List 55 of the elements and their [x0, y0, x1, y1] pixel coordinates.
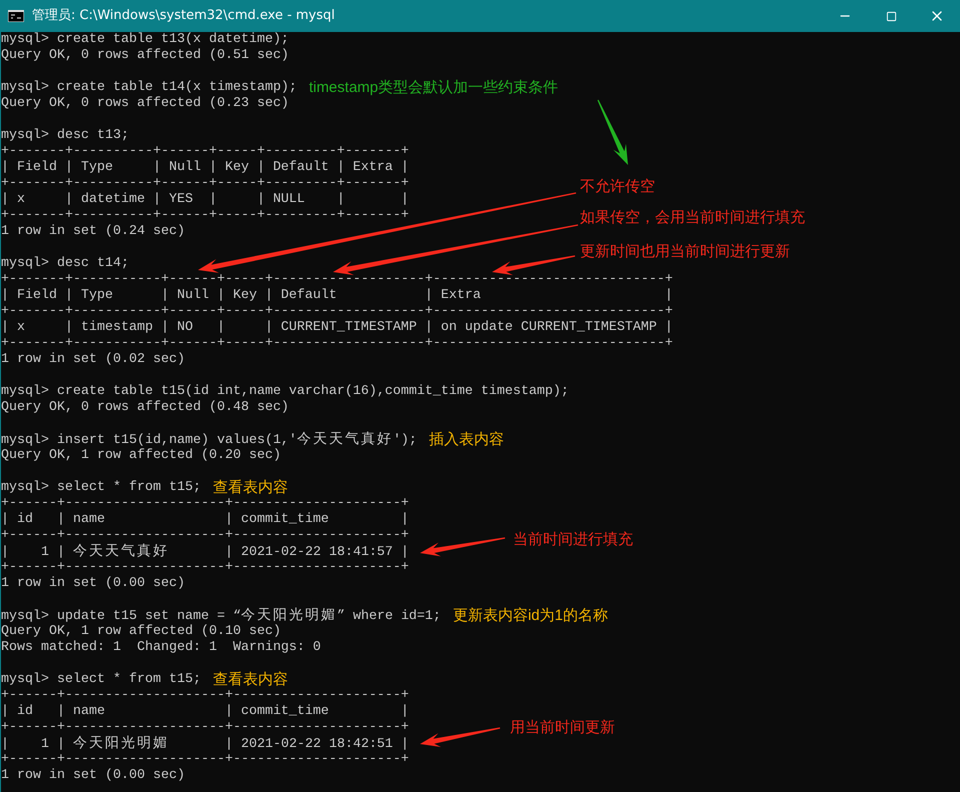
console-line: Query OK, 0 rows affected (0.51 sec) [1, 48, 289, 64]
annotation-text: 查看表内容 [212, 672, 288, 688]
annotation-text: 用当前时间更新 [510, 719, 615, 737]
console-line: +------+--------------------+---------------------+ [1, 688, 409, 704]
console-line: | id | name | commit_time | [1, 704, 409, 720]
console-line: 1 row in set (0.02 sec) [1, 352, 185, 368]
console-line: Query OK, 1 row affected (0.20 sec) [1, 448, 281, 464]
console-line: mysql> select * from t15; [1, 672, 201, 688]
console-line: mysql> create table t14(x timestamp); [1, 80, 297, 96]
arrow-icon [597, 100, 628, 165]
console-line: mysql> desc t14; [1, 256, 129, 272]
annotation-text: 更新时间也用当前时间进行更新 [580, 243, 790, 261]
annotation-text: 当前时间进行填充 [513, 531, 633, 549]
console-line: Query OK, 0 rows affected (0.48 sec) [1, 400, 289, 416]
console-line: mysql> select * from t15; [1, 480, 201, 496]
console-line: Rows matched: 1 Changed: 1 Warnings: 0 [1, 640, 321, 656]
console-line: 1 row in set (0.24 sec) [1, 224, 185, 240]
console-line: +-------+----------+------+-----+---------+-------+ [1, 144, 409, 160]
window-title: 管理员: C:\Windows\system32\cmd.exe - mysql [32, 7, 335, 26]
console-line: +------+--------------------+---------------------+ [1, 528, 409, 544]
console-icon [8, 10, 24, 22]
console-line: +-------+-----------+------+-----+-------------------+-----------------------------+ [1, 304, 673, 320]
console-line: 1 row in set (0.00 sec) [1, 576, 185, 592]
console-line: 1 row in set (0.00 sec) [1, 768, 185, 784]
console-line: +-------+-----------+------+-----+-------------------+-----------------------------+ [1, 272, 673, 288]
annotation-text: 不允许传空 [580, 178, 655, 196]
console-line: +-------+-----------+------+-----+-------------------+-----------------------------+ [1, 336, 673, 352]
console-line: Query OK, 1 row affected (0.10 sec) [1, 624, 281, 640]
annotation-text: timestamp类型会默认加一些约束条件 [308, 80, 558, 96]
console-line: | x | timestamp | NO | | CURRENT_TIMESTAMP | on update CURRENT_TIMESTAMP | [1, 320, 673, 336]
console-line: +------+--------------------+---------------------+ [1, 496, 409, 512]
console-line: +-------+----------+------+-----+---------+-------+ [1, 176, 409, 192]
console-line: mysql> desc t13; [1, 128, 129, 144]
console-line: | Field | Type | Null | Key | Default | Extra | [1, 288, 673, 304]
console-line: +-------+----------+------+-----+---------+-------+ [1, 208, 409, 224]
arrow-icon [420, 537, 506, 556]
console-line: | 1 | 今天阳光明媚 | 2021-02-22 18:42:51 | [1, 735, 409, 753]
console-line: Query OK, 0 rows affected (0.23 sec) [1, 96, 289, 112]
annotation-text: 如果传空，会用当前时间进行填充 [580, 209, 805, 227]
console-line: | 1 | 今天天气真好 | 2021-02-22 18:41:57 | [1, 543, 409, 561]
console-line: | x | datetime | YES | | NULL | | [1, 192, 409, 208]
console-line: | id | name | commit_time | [1, 512, 409, 528]
console-line: +------+--------------------+---------------------+ [1, 720, 409, 736]
maximize-icon [886, 10, 896, 22]
annotation-text: 更新表内容id为1的名称 [452, 608, 608, 624]
console-line: mysql> update t15 set name = “今天阳光明媚” where id=1; [1, 607, 441, 624]
console-line: +------+--------------------+---------------------+ [1, 752, 409, 768]
annotation-text: 插入表内容 [428, 432, 504, 448]
console-line: mysql> create table t13(x datetime); [1, 32, 289, 48]
console-line: mysql> create table t15(id int,name varchar(16),commit_time timestamp); [1, 384, 569, 400]
console-line: mysql> insert t15(id,name) values(1,'今天天气真好'); [1, 431, 417, 448]
console-line: | Field | Type | Null | Key | Default | Extra | [1, 160, 409, 176]
arrow-icon [420, 727, 500, 747]
console-line: +------+--------------------+---------------------+ [1, 560, 409, 576]
annotation-text: 查看表内容 [212, 480, 288, 496]
